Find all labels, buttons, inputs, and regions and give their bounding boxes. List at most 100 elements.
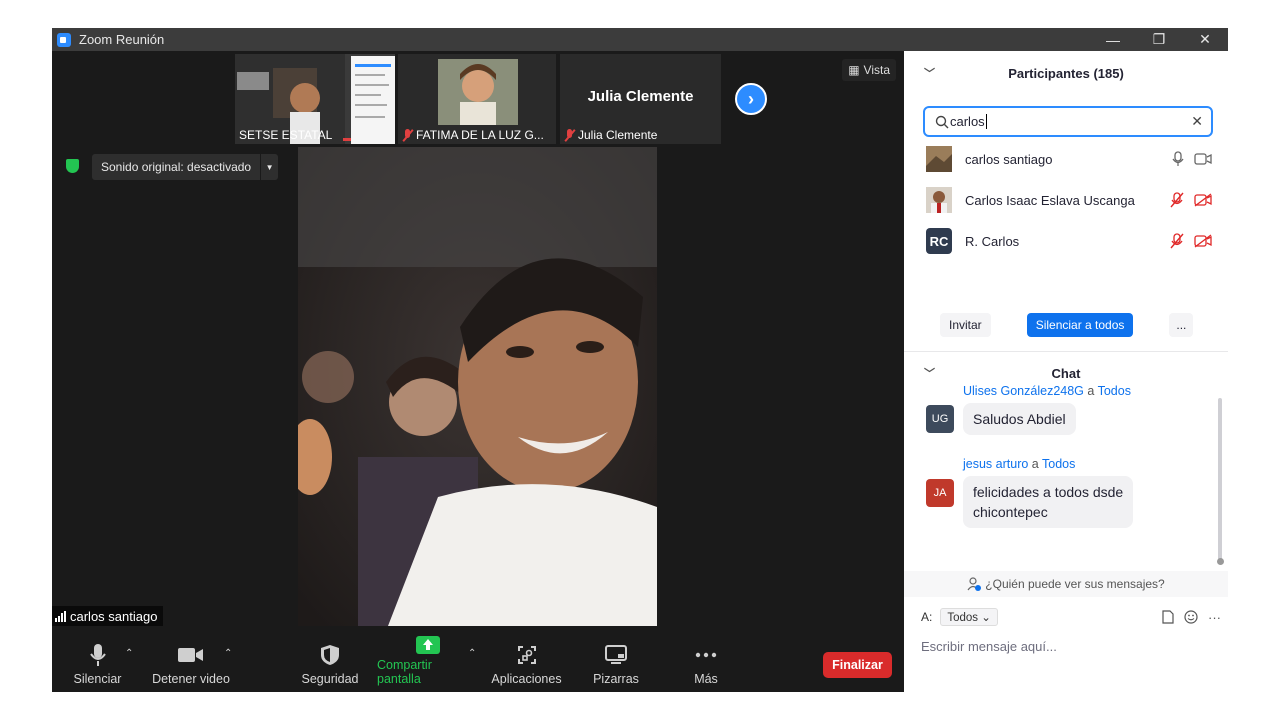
to-word: a bbox=[1087, 384, 1095, 398]
recipient-select[interactable]: Todos ⌄ bbox=[940, 608, 998, 626]
avatar: RC bbox=[926, 228, 952, 254]
participant-display-name: Julia Clemente bbox=[587, 88, 694, 105]
person-icon bbox=[967, 577, 982, 591]
video-camera-icon bbox=[1194, 153, 1212, 165]
thumbnail-caption: FATIMA DE LA LUZ G... bbox=[402, 128, 544, 142]
encryption-shield-icon[interactable] bbox=[66, 159, 79, 173]
participant-name: Julia Clemente bbox=[578, 128, 658, 142]
participant-row[interactable]: Carlos Isaac Eslava Uscanga bbox=[926, 186, 1216, 214]
thumbnail-fatima[interactable]: FATIMA DE LA LUZ G... bbox=[398, 54, 556, 144]
chat-title: Chat bbox=[1051, 365, 1081, 381]
search-icon bbox=[935, 115, 949, 128]
apps-button[interactable]: Aplicaciones bbox=[489, 640, 564, 692]
share-options-chevron-up-icon[interactable]: ⌃ bbox=[468, 648, 476, 659]
title-bar: Zoom Reunión — ❐ ✕ bbox=[52, 28, 1228, 51]
participant-status bbox=[1170, 233, 1212, 249]
zoom-app-icon bbox=[57, 32, 71, 47]
mute-label: Silenciar bbox=[73, 672, 122, 686]
participant-status bbox=[1170, 192, 1212, 208]
microphone-icon bbox=[1172, 151, 1184, 166]
security-button[interactable]: Seguridad bbox=[301, 640, 359, 692]
speaker-video-frame bbox=[298, 147, 657, 626]
audio-options-chevron-up-icon[interactable]: ⌃ bbox=[125, 648, 133, 659]
original-sound-label: Sonido original: desactivado bbox=[101, 160, 252, 174]
avatar bbox=[926, 187, 952, 213]
security-label: Seguridad bbox=[301, 672, 359, 686]
collapse-chevron-icon[interactable]: ﹀ bbox=[924, 365, 935, 381]
who-can-see-link[interactable]: ¿Quién puede ver sus mensajes? bbox=[904, 571, 1228, 597]
thumbnail-setse-estatal[interactable]: SETSE ESTATAL bbox=[235, 54, 395, 144]
chat-message-input[interactable]: Escribir mensaje aquí... bbox=[921, 639, 1057, 654]
microphone-icon bbox=[89, 642, 106, 668]
next-page-button[interactable]: › bbox=[735, 83, 767, 115]
restore-button[interactable]: ❐ bbox=[1136, 28, 1182, 51]
original-sound-toggle[interactable]: Sonido original: desactivado ▼ bbox=[92, 154, 279, 180]
message-text: Saludos Abdiel bbox=[973, 411, 1066, 427]
video-off-icon bbox=[1194, 234, 1212, 248]
video-camera-icon bbox=[178, 642, 204, 668]
meeting-area: SETSE ESTATAL FATIMA DE LA LUZ G... Juli… bbox=[52, 51, 904, 692]
whiteboards-label: Pizarras bbox=[593, 672, 639, 686]
avatar-initials: JA bbox=[933, 487, 947, 499]
recipient: Todos bbox=[1042, 457, 1076, 471]
file-icon[interactable] bbox=[1162, 609, 1174, 624]
share-screen-label: Compartir pantalla bbox=[377, 658, 432, 686]
mute-button[interactable]: Silenciar bbox=[70, 640, 125, 692]
more-options-button[interactable]: ... bbox=[1169, 313, 1194, 337]
active-speaker-name-tag: carlos santiago bbox=[52, 606, 164, 626]
mic-muted-icon bbox=[402, 128, 413, 142]
who-can-see-text: ¿Quién puede ver sus mensajes? bbox=[985, 577, 1165, 591]
recipient: Todos bbox=[1097, 384, 1131, 398]
mic-muted-icon bbox=[1170, 233, 1184, 249]
message-text-line: chicontepec bbox=[973, 504, 1048, 520]
more-dots-icon bbox=[695, 642, 717, 668]
chevron-right-icon: › bbox=[748, 88, 754, 109]
active-speaker-video bbox=[298, 147, 657, 626]
invite-button[interactable]: Invitar bbox=[940, 313, 991, 337]
scrollbar-thumb[interactable] bbox=[1217, 558, 1224, 565]
chat-scrollbar[interactable] bbox=[1218, 398, 1222, 563]
message-sender: jesus arturo a Todos bbox=[963, 457, 1075, 471]
mic-muted-icon bbox=[564, 128, 575, 142]
grid-view-icon: ▦ bbox=[848, 63, 860, 77]
window-controls: — ❐ ✕ bbox=[1090, 28, 1228, 51]
clear-search-icon[interactable]: ✕ bbox=[1191, 113, 1203, 130]
video-options-chevron-up-icon[interactable]: ⌃ bbox=[224, 648, 232, 659]
view-button[interactable]: ▦ Vista bbox=[842, 59, 896, 81]
apps-label: Aplicaciones bbox=[491, 672, 562, 686]
chevron-down-icon: ⌄ bbox=[981, 612, 991, 624]
thumbnail-julia-clemente[interactable]: Julia Clemente Julia Clemente bbox=[560, 54, 721, 144]
chat-tools: ··· bbox=[1162, 610, 1221, 625]
stop-video-button[interactable]: Detener video bbox=[150, 640, 232, 692]
participants-title: Participantes (185) bbox=[1008, 65, 1124, 81]
apps-icon bbox=[517, 642, 537, 668]
sender-name[interactable]: Ulises González248G bbox=[963, 384, 1084, 398]
end-meeting-button[interactable]: Finalizar bbox=[823, 652, 892, 678]
more-label: Más bbox=[694, 672, 718, 686]
mute-all-button[interactable]: Silenciar a todos bbox=[1026, 313, 1134, 337]
sender-name[interactable]: jesus arturo bbox=[963, 457, 1028, 471]
collapse-chevron-icon[interactable]: ﹀ bbox=[924, 65, 935, 81]
recipient-row: A: Todos ⌄ ··· bbox=[921, 607, 1221, 627]
window-title: Zoom Reunión bbox=[79, 32, 165, 47]
chevron-down-icon[interactable]: ▼ bbox=[260, 154, 278, 180]
mic-muted-icon bbox=[1170, 192, 1184, 208]
share-screen-button[interactable]: Compartir pantalla bbox=[377, 636, 478, 692]
participant-search-input[interactable]: carlos ✕ bbox=[923, 106, 1213, 137]
participant-row[interactable]: RC R. Carlos bbox=[926, 227, 1216, 255]
participants-header: ﹀ Participantes (185) bbox=[904, 51, 1228, 95]
text-cursor bbox=[985, 114, 987, 129]
more-dots-icon[interactable]: ··· bbox=[1208, 610, 1221, 625]
message-text-line: felicidades a todos dsde bbox=[973, 484, 1124, 500]
thumbnail-caption: Julia Clemente bbox=[564, 128, 657, 142]
participant-name: carlos santiago bbox=[965, 151, 1053, 167]
avatar-initials: UG bbox=[931, 413, 949, 425]
participant-row[interactable]: carlos santiago bbox=[926, 145, 1216, 173]
more-button[interactable]: Más bbox=[686, 640, 726, 692]
minimize-button[interactable]: — bbox=[1090, 28, 1136, 51]
section-divider bbox=[904, 351, 1228, 352]
active-speaker-name: carlos santiago bbox=[70, 608, 158, 624]
whiteboards-button[interactable]: Pizarras bbox=[589, 640, 643, 692]
emoji-icon[interactable] bbox=[1184, 609, 1198, 624]
close-button[interactable]: ✕ bbox=[1182, 28, 1228, 51]
